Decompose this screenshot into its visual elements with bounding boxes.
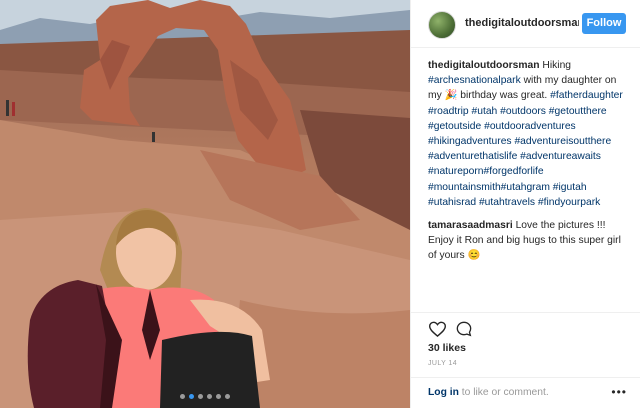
follow-button[interactable]: Follow bbox=[582, 13, 626, 34]
caption-username[interactable]: thedigitaloutdoorsman bbox=[428, 60, 540, 71]
comment-username[interactable]: tamarasaadmasri bbox=[428, 220, 513, 231]
login-link[interactable]: Log in bbox=[428, 387, 459, 398]
comment-bubble-icon[interactable] bbox=[455, 320, 473, 338]
carousel-dot bbox=[180, 394, 185, 399]
carousel-dot bbox=[225, 394, 230, 399]
post-actions: 30 likes JULY 14 Log in to like or comme… bbox=[411, 312, 640, 408]
login-prompt-text: to like or comment. bbox=[458, 387, 549, 398]
avatar[interactable] bbox=[428, 11, 456, 39]
post-photo[interactable] bbox=[0, 0, 410, 408]
carousel-dot bbox=[198, 394, 203, 399]
likes-count[interactable]: 30 likes bbox=[428, 342, 466, 354]
more-options-icon[interactable]: ••• bbox=[611, 385, 627, 399]
post-sidebar: thedigitaloutdoorsmar Follow thedigitalo… bbox=[410, 0, 640, 408]
post-date[interactable]: JULY 14 bbox=[428, 360, 457, 367]
comment-footer: Log in to like or comment. ••• bbox=[411, 377, 640, 408]
post-header: thedigitaloutdoorsmar Follow bbox=[411, 0, 640, 48]
carousel-dot bbox=[207, 394, 212, 399]
photo-scene bbox=[0, 0, 410, 408]
login-prompt: Log in to like or comment. bbox=[428, 387, 549, 398]
comment-item: tamarasaadmasri Love the pictures !!! En… bbox=[428, 218, 628, 264]
carousel-dot bbox=[216, 394, 221, 399]
caption-hashtag[interactable]: #archesnationalpark bbox=[428, 75, 521, 86]
carousel-dot bbox=[189, 394, 194, 399]
caption-hashtags[interactable]: #fatherdaughter #roadtrip #utah #outdoor… bbox=[428, 90, 623, 207]
header-username[interactable]: thedigitaloutdoorsmar bbox=[465, 17, 579, 29]
comments-list: thedigitaloutdoorsman Hiking #archesnati… bbox=[428, 58, 628, 272]
caption-text: Hiking bbox=[539, 60, 572, 71]
heart-icon[interactable] bbox=[428, 320, 446, 338]
carousel-indicator bbox=[0, 394, 410, 399]
caption-comment: thedigitaloutdoorsman Hiking #archesnati… bbox=[428, 58, 628, 210]
